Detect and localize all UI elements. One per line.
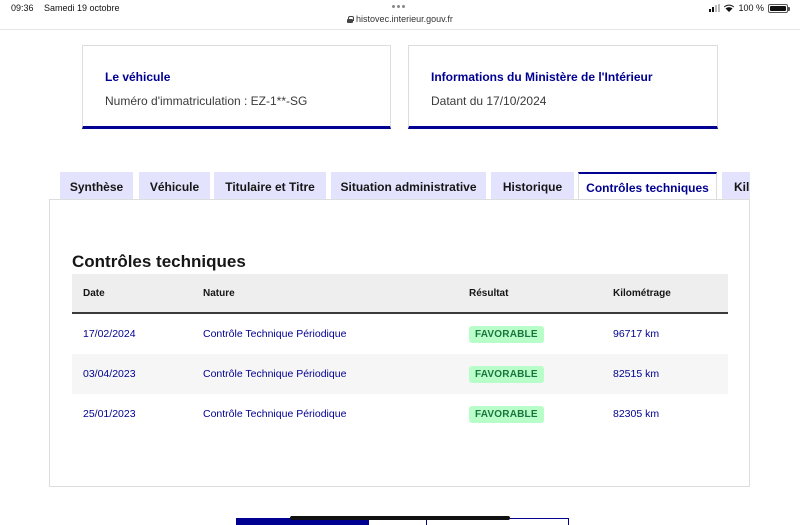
header-nature: Nature [203,287,235,299]
status-indicators: 100 % [709,3,790,13]
vehicle-card: Le véhicule Numéro d'immatriculation : E… [82,45,391,129]
registration-number: Numéro d'immatriculation : EZ-1**-SG [105,94,308,108]
row-result: FAVORABLE [469,394,544,434]
more-options-icon[interactable] [392,5,405,8]
result-badge: FAVORABLE [469,405,544,423]
row-mileage: 82305 km [613,408,660,420]
status-date: Samedi 19 octobre [44,3,120,13]
header-mileage: Kilométrage [613,287,671,299]
section-title: Contrôles techniques [72,252,246,271]
table-row: 25/01/2023 Contrôle Technique Périodique… [72,394,728,434]
row-nature: Contrôle Technique Périodique [203,368,347,380]
tab-vehicule[interactable]: Véhicule [139,172,210,200]
row-result: FAVORABLE [469,314,544,354]
row-date: 17/02/2024 [83,328,136,340]
ministry-card-title: Informations du Ministère de l'Intérieur [431,70,653,84]
tab-kilometrage[interactable]: Kil [722,172,750,200]
address-bar[interactable]: histovec.interieur.gouv.fr [0,14,800,24]
status-time: 09:36 [11,3,34,13]
tab-situation-administrative[interactable]: Situation administrative [331,172,486,200]
table-row: 17/02/2024 Contrôle Technique Périodique… [72,314,728,354]
header-result: Résultat [469,287,509,299]
row-date: 03/04/2023 [83,368,136,380]
row-nature: Contrôle Technique Périodique [203,408,347,420]
tab-historique[interactable]: Historique [491,172,574,200]
row-nature: Contrôle Technique Périodique [203,328,347,340]
tab-controles-techniques[interactable]: Contrôles techniques [578,172,717,200]
row-mileage: 82515 km [613,368,660,380]
ministry-info-card: Informations du Ministère de l'Intérieur… [408,45,718,129]
technical-inspections-table: Date Nature Résultat Kilométrage 17/02/2… [72,274,728,434]
cellular-signal-icon [709,4,721,12]
battery-percent: 100 % [738,3,764,13]
vehicle-card-title: Le véhicule [105,70,171,84]
battery-icon [768,3,790,13]
row-result: FAVORABLE [469,354,544,394]
result-badge: FAVORABLE [469,365,544,383]
row-date: 25/01/2023 [83,408,136,420]
wifi-icon [724,4,735,12]
battery-fill [770,5,786,11]
tab-list: Synthèse Véhicule Titulaire et Titre Sit… [60,172,750,200]
row-mileage: 96717 km [613,328,660,340]
lock-icon [347,16,355,23]
tab-titulaire[interactable]: Titulaire et Titre [214,172,326,200]
header-divider [0,29,800,30]
header-date: Date [83,287,105,299]
tab-synthese[interactable]: Synthèse [60,172,133,200]
table-row: 03/04/2023 Contrôle Technique Périodique… [72,354,728,394]
url-text: histovec.interieur.gouv.fr [356,14,453,24]
home-indicator[interactable] [290,516,510,520]
data-date: Datant du 17/10/2024 [431,94,547,108]
table-header: Date Nature Résultat Kilométrage [72,274,728,314]
result-badge: FAVORABLE [469,325,544,343]
